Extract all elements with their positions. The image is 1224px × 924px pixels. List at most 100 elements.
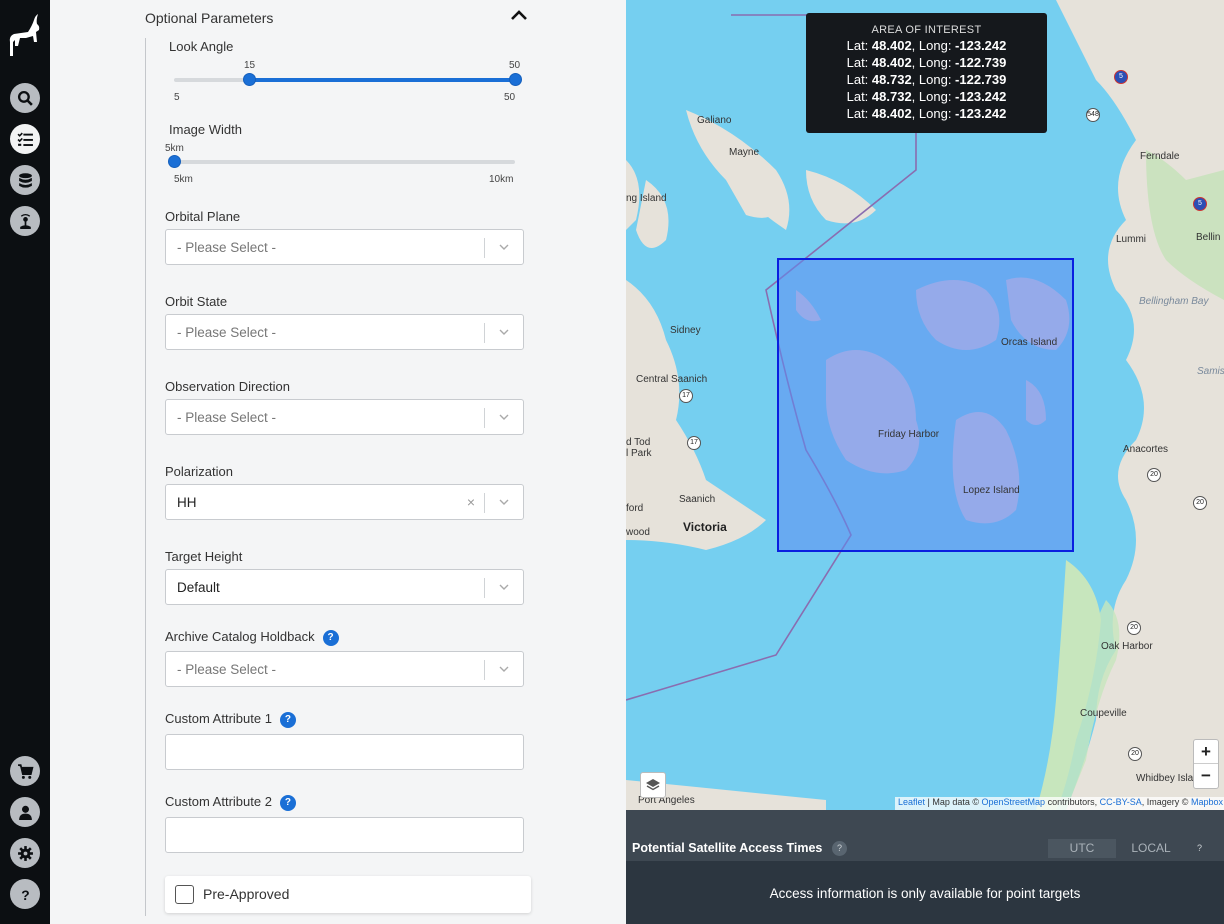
help-icon[interactable]: ? (279, 711, 296, 728)
archive-holdback-label: Archive Catalog Holdback (165, 629, 315, 644)
map-label-d-tod: d Tod (626, 437, 651, 448)
map-label-orcas-island: Orcas Island (1001, 337, 1058, 348)
user-icon[interactable] (10, 797, 40, 827)
map-label-ng-island: ng Island (626, 193, 667, 204)
observation-direction-select[interactable]: - Please Select - (165, 399, 524, 435)
pre-approved-label: Pre-Approved (203, 886, 290, 902)
custom-attribute-1-label: Custom Attribute 1 (165, 711, 272, 726)
target-height-label: Target Height (165, 549, 243, 564)
custom-attribute-1-label-row: Custom Attribute 1? (165, 711, 296, 728)
route-shield: 20 (1147, 468, 1161, 482)
archive-holdback-select[interactable]: - Please Select - (165, 651, 524, 687)
map-label-sidney: Sidney (670, 325, 701, 336)
target-height-select[interactable]: Default (165, 569, 524, 605)
local-toggle[interactable]: LOCAL (1120, 839, 1182, 858)
left-rail: ? (0, 0, 50, 924)
osm-link[interactable]: OpenStreetMap (982, 797, 1046, 807)
help-icon[interactable]: ? (322, 629, 339, 646)
select-separator (484, 493, 485, 513)
archive-holdback-value: - Please Select - (177, 662, 277, 677)
route-shield: 20 (1127, 621, 1141, 635)
aoi-row: Lat: 48.402, Long: -122.739 (846, 55, 1007, 70)
attribution-text: contributors, (1045, 797, 1100, 807)
orbit-state-value: - Please Select - (177, 325, 277, 340)
route-shield: 17 (687, 436, 701, 450)
chevron-down-icon[interactable] (499, 329, 509, 336)
chevron-down-icon[interactable] (499, 666, 509, 673)
mapbox-link[interactable]: Mapbox (1191, 797, 1223, 807)
chevron-up-icon[interactable] (509, 8, 529, 22)
map-label-mayne: Mayne (729, 147, 760, 158)
image-width-value: 5km (165, 143, 184, 154)
utc-toggle[interactable]: UTC (1048, 839, 1116, 858)
route-shield: 548 (1086, 108, 1100, 122)
map-label-saanich: Saanich (679, 494, 716, 505)
chevron-down-icon[interactable] (499, 244, 509, 251)
attribution-text: | Map data © (925, 797, 982, 807)
map-label-friday-harbor: Friday Harbor (878, 429, 940, 440)
polarization-select[interactable]: HH × (165, 484, 524, 520)
help-icon[interactable]: ? (832, 841, 847, 856)
zoom-out-button[interactable]: − (1194, 764, 1218, 788)
chevron-down-icon[interactable] (499, 499, 509, 506)
help-icon[interactable]: ? (279, 794, 296, 811)
svg-text:?: ? (21, 886, 29, 902)
map-label-coupeville: Coupeville (1080, 708, 1127, 719)
orbit-state-label: Orbit State (165, 294, 228, 309)
logo-icon[interactable] (6, 12, 44, 58)
select-separator (484, 323, 485, 343)
image-width-track[interactable] (174, 160, 515, 164)
archive-holdback-label-row: Archive Catalog Holdback? (165, 629, 339, 646)
select-separator (484, 238, 485, 258)
leaflet-link[interactable]: Leaflet (898, 797, 925, 807)
cart-icon[interactable] (10, 756, 40, 786)
map-label-victoria: Victoria (683, 520, 727, 534)
look-angle-max: 50 (504, 92, 516, 103)
map-label-wood: wood (626, 527, 650, 538)
look-angle-min-thumb[interactable] (243, 73, 257, 86)
look-angle-max-thumb[interactable] (508, 73, 522, 86)
access-panel-top (626, 810, 1224, 836)
select-separator (484, 578, 485, 598)
observation-direction-value: - Please Select - (177, 410, 277, 425)
aoi-row: Lat: 48.402, Long: -123.242 (846, 38, 1007, 53)
license-link[interactable]: CC-BY-SA (1100, 797, 1142, 807)
chevron-down-icon[interactable] (499, 414, 509, 421)
look-angle-range (249, 78, 515, 82)
layers-icon[interactable] (640, 772, 666, 798)
image-width-max: 10km (489, 174, 514, 185)
tasks-icon[interactable] (10, 124, 40, 154)
look-angle-high-value: 50 (509, 60, 521, 71)
help-icon[interactable]: ? (1192, 841, 1207, 856)
aoi-title: AREA OF INTEREST (871, 24, 982, 36)
image-width-min: 5km (174, 174, 193, 185)
pre-approved-checkbox[interactable] (175, 885, 194, 904)
satellite-icon[interactable] (10, 206, 40, 236)
database-icon[interactable] (10, 165, 40, 195)
access-times-header: Potential Satellite Access Times ? UTC L… (626, 836, 1224, 861)
target-height-value: Default (177, 580, 220, 595)
help-icon[interactable]: ? (10, 879, 40, 909)
zoom-control: + − (1193, 739, 1219, 789)
access-times-title: Potential Satellite Access Times (632, 841, 823, 855)
custom-attribute-2-input[interactable] (165, 817, 524, 853)
map-label-anacortes: Anacortes (1123, 444, 1169, 455)
search-icon[interactable] (10, 83, 40, 113)
access-times-body: Access information is only available for… (626, 861, 1224, 924)
gear-icon[interactable] (10, 838, 40, 868)
look-angle-low-value: 15 (244, 60, 256, 71)
look-angle-label: Look Angle (169, 39, 234, 54)
observation-direction-label: Observation Direction (165, 379, 290, 394)
pre-approved-option[interactable]: Pre-Approved (165, 876, 531, 913)
zoom-in-button[interactable]: + (1194, 740, 1218, 764)
route-shield: 20 (1193, 496, 1207, 510)
image-width-thumb[interactable] (167, 155, 181, 168)
map-label-lummi: Lummi (1116, 234, 1147, 245)
map-label-bellin: Bellin (1196, 232, 1221, 243)
orbit-state-select[interactable]: - Please Select - (165, 314, 524, 350)
custom-attribute-1-input[interactable] (165, 734, 524, 770)
orbital-plane-select[interactable]: - Please Select - (165, 229, 524, 265)
interstate-shield: 5 (1114, 70, 1128, 84)
chevron-down-icon[interactable] (499, 584, 509, 591)
clear-icon[interactable]: × (467, 494, 475, 510)
